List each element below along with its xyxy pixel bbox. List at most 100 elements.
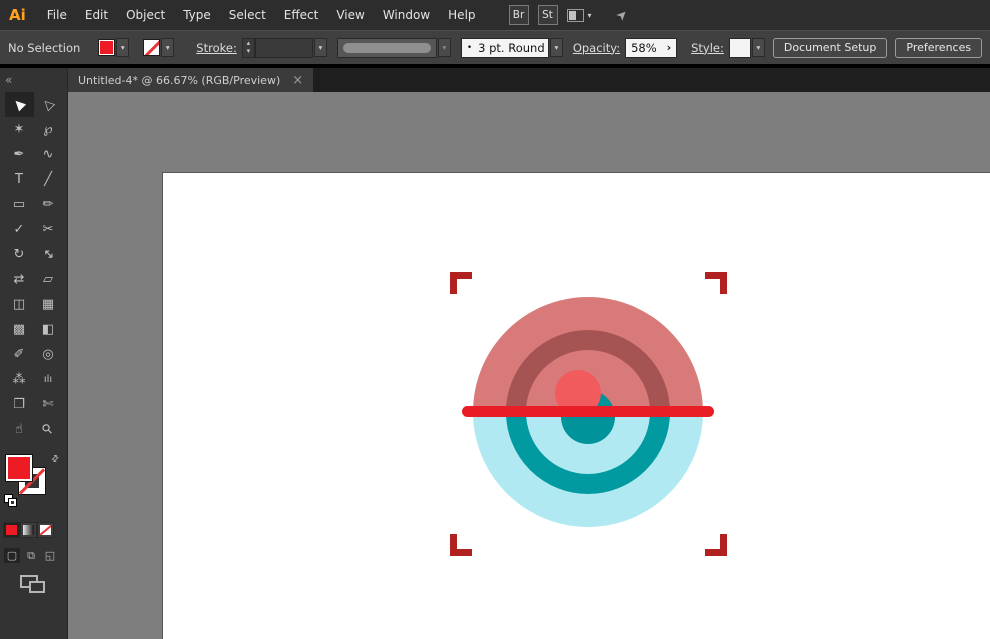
scissors-tool[interactable]: ✂ (34, 217, 63, 242)
column-graph-tool-icon: ılı (44, 374, 52, 385)
lasso-tool-icon: ℘ (43, 122, 52, 137)
fill-indicator[interactable] (5, 454, 33, 482)
brush-tip-icon: • (467, 43, 472, 53)
symbol-sprayer-tool[interactable]: ⁂ (5, 367, 34, 392)
opacity-label[interactable]: Opacity: (573, 41, 620, 55)
color-button[interactable] (3, 522, 20, 538)
stroke-color-swatch[interactable] (143, 39, 160, 56)
lasso-tool[interactable]: ℘ (34, 117, 63, 142)
brush-definition-dropdown[interactable]: • 3 pt. Round (461, 38, 549, 58)
work-area: « ▶ ▷ ✶ ℘ ✒ ∿ T ╱ ▭ ✏ ✓ ✂ ↻ ↔ ⇄ ▱ ◫ ▦ (0, 68, 990, 639)
none-button[interactable] (37, 522, 54, 538)
menu-window[interactable]: Window (374, 8, 439, 22)
hand-tool[interactable]: ☝ (5, 417, 34, 442)
fill-color-dropdown-icon[interactable]: ▾ (116, 38, 129, 57)
free-transform-tool[interactable]: ▱ (34, 267, 63, 292)
direct-selection-tool[interactable]: ▷ (34, 92, 63, 117)
opacity-input[interactable]: 58% › (625, 38, 677, 58)
stroke-color-dropdown-icon[interactable]: ▾ (161, 38, 174, 57)
eye-illustration[interactable] (440, 265, 740, 565)
eyedropper-tool[interactable]: ✐ (5, 342, 34, 367)
style-dropdown-icon[interactable]: ▾ (752, 38, 765, 57)
width-profile-dropdown[interactable] (337, 38, 437, 58)
paintbrush-tool[interactable]: ✏ (34, 192, 63, 217)
control-panel: No Selection ▾ ▾ Stroke: ▴ ▾ ▾ ▾ • 3 pt.… (0, 30, 990, 64)
slice-tool[interactable]: ✄ (34, 392, 63, 417)
stroke-weight-stepper[interactable]: ▴ ▾ (242, 38, 255, 58)
selection-tool[interactable]: ▶ (5, 92, 34, 117)
gradient-button[interactable] (20, 522, 37, 538)
column-graph-tool[interactable]: ılı (34, 367, 63, 392)
stepper-down-icon[interactable]: ▾ (247, 48, 251, 56)
menu-object[interactable]: Object (117, 8, 174, 22)
line-segment-tool[interactable]: ╱ (34, 167, 63, 192)
curvature-tool[interactable]: ∿ (34, 142, 63, 167)
document-tab[interactable]: Untitled-4* @ 66.67% (RGB/Preview) × (68, 68, 313, 92)
mesh-tool[interactable]: ▩ (5, 317, 34, 342)
toolbar-header: « (0, 68, 67, 92)
rectangle-tool[interactable]: ▭ (5, 192, 34, 217)
tool-grid: ▶ ▷ ✶ ℘ ✒ ∿ T ╱ ▭ ✏ ✓ ✂ ↻ ↔ ⇄ ▱ ◫ ▦ ▩ ◧ (0, 92, 67, 442)
curvature-tool-icon: ∿ (43, 147, 54, 162)
brush-definition-dropdown-icon[interactable]: ▾ (550, 38, 563, 57)
change-screen-mode-button[interactable] (20, 575, 48, 595)
perspective-grid-tool[interactable]: ▦ (34, 292, 63, 317)
swap-fill-stroke-icon[interactable]: ⇄ (50, 453, 62, 465)
eyedropper-tool-icon: ✐ (14, 347, 25, 362)
menu-view[interactable]: View (327, 8, 373, 22)
bridge-button[interactable]: Br (509, 5, 529, 25)
type-tool[interactable]: T (5, 167, 34, 192)
stroke-weight-input[interactable] (255, 38, 313, 58)
rotate-tool[interactable]: ↻ (5, 242, 34, 267)
draw-normal-button[interactable]: ▢ (4, 548, 20, 563)
menu-help[interactable]: Help (439, 8, 484, 22)
scan-line[interactable] (462, 406, 714, 417)
arrange-documents-icon (567, 9, 584, 22)
width-profile-dropdown-icon[interactable]: ▾ (438, 38, 451, 57)
opacity-dropdown-icon[interactable]: › (667, 41, 672, 54)
slice-tool-icon: ✄ (43, 397, 54, 412)
appbar-buttons: Br St ▾ ➤ (509, 5, 628, 25)
blend-tool[interactable]: ◎ (34, 342, 63, 367)
document-tab-title: Untitled-4* @ 66.67% (RGB/Preview) (78, 74, 280, 87)
zoom-tool[interactable]: ⚲ (34, 417, 63, 442)
gradient-tool-icon: ◧ (42, 322, 54, 337)
canvas[interactable] (68, 92, 990, 639)
style-label[interactable]: Style: (691, 41, 724, 55)
arrange-documents-button[interactable]: ▾ (567, 9, 592, 22)
scale-tool[interactable]: ↔ (34, 242, 63, 267)
artboard-tool[interactable]: ❐ (5, 392, 34, 417)
scale-tool-icon: ↔ (39, 245, 57, 263)
shape-builder-tool[interactable]: ◫ (5, 292, 34, 317)
close-icon[interactable]: × (292, 73, 303, 88)
document-setup-button[interactable]: Document Setup (773, 38, 888, 58)
preferences-button[interactable]: Preferences (895, 38, 982, 58)
blend-tool-icon: ◎ (42, 347, 53, 362)
stroke-weight-label[interactable]: Stroke: (196, 41, 237, 55)
stock-button[interactable]: St (538, 5, 558, 25)
menu-type[interactable]: Type (174, 8, 220, 22)
draw-inside-button[interactable]: ◱ (42, 548, 58, 563)
shaper-tool[interactable]: ✓ (5, 217, 34, 242)
magic-wand-tool[interactable]: ✶ (5, 117, 34, 142)
zoom-tool-icon: ⚲ (39, 421, 56, 438)
menu-select[interactable]: Select (220, 8, 275, 22)
toolbar-collapse-icon[interactable]: « (5, 73, 12, 87)
document-area: Untitled-4* @ 66.67% (RGB/Preview) × (68, 68, 990, 639)
line-segment-tool-icon: ╱ (44, 172, 52, 187)
gpu-performance-icon[interactable]: ➤ (613, 6, 631, 24)
brush-definition-value: 3 pt. Round (478, 41, 544, 55)
stroke-weight-dropdown-icon[interactable]: ▾ (314, 38, 327, 57)
gradient-tool[interactable]: ◧ (34, 317, 63, 342)
crop-mark-top-left-v (450, 272, 457, 294)
selection-tool-icon: ▶ (10, 96, 28, 114)
menu-file[interactable]: File (38, 8, 76, 22)
draw-behind-button[interactable]: ⧉ (23, 548, 39, 563)
menu-effect[interactable]: Effect (275, 8, 328, 22)
fill-color-swatch[interactable] (98, 39, 115, 56)
width-tool[interactable]: ⇄ (5, 267, 34, 292)
default-fill-stroke-icon[interactable] (4, 494, 19, 508)
menu-edit[interactable]: Edit (76, 8, 117, 22)
pen-tool[interactable]: ✒ (5, 142, 34, 167)
style-dropdown[interactable] (729, 38, 751, 58)
